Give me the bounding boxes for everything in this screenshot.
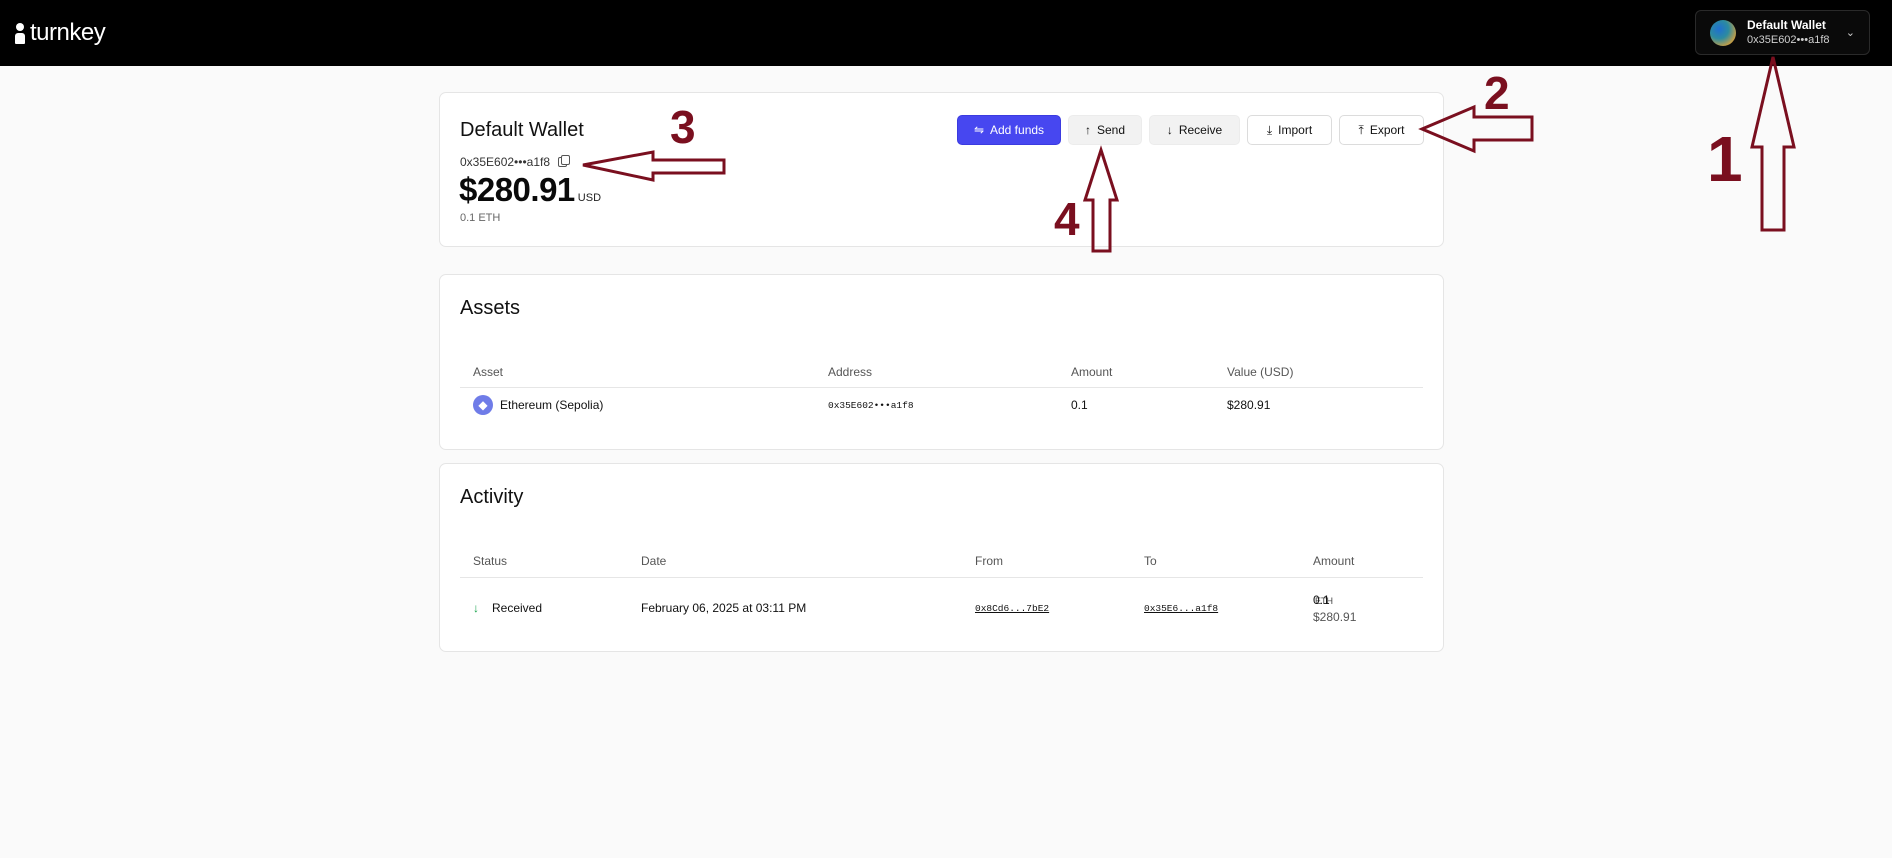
add-funds-button[interactable]: ⇋ Add funds <box>957 115 1061 145</box>
chevron-down-icon: ⌄ <box>1845 27 1855 39</box>
activity-amount-usd: $280.91 <box>1313 610 1357 624</box>
wallet-selector-address: 0x35E602•••a1f8 <box>1747 34 1830 46</box>
activity-to-link[interactable]: 0x35E6...a1f8 <box>1144 603 1218 614</box>
activity-card: Activity Status Date From To Amount ↓ Re… <box>439 463 1444 652</box>
col-status: Status <box>473 554 508 568</box>
annotation-number-3: 3 <box>670 101 696 153</box>
turnkey-logo[interactable]: turnkey <box>14 18 106 48</box>
receive-button[interactable]: ↓ Receive <box>1149 115 1240 145</box>
ethereum-icon: ◆ <box>473 395 493 415</box>
wallet-title: Default Wallet <box>460 119 584 141</box>
wallet-summary-card: Default Wallet 0x35E602•••a1f8 $280.91 U… <box>439 92 1444 247</box>
activity-status: Received <box>492 601 543 615</box>
col-from: From <box>975 554 1003 568</box>
logo-text: turnkey <box>30 19 106 46</box>
turnkey-logo-icon <box>14 20 26 46</box>
assets-table-header: Asset Address Amount Value (USD) <box>460 353 1423 388</box>
activity-amount: 0.1 ETH <box>1313 593 1333 607</box>
balance-currency: USD <box>577 192 602 204</box>
assets-title: Assets <box>460 297 521 319</box>
col-amount: Amount <box>1071 365 1113 379</box>
assets-card: Assets Asset Address Amount Value (USD) … <box>439 274 1444 450</box>
export-button[interactable]: ⤒ Export <box>1339 115 1424 145</box>
annotation-arrow-1 <box>1750 56 1796 232</box>
annotation-number-2: 2 <box>1484 67 1510 119</box>
import-button[interactable]: ⤓ Import <box>1247 115 1332 145</box>
receive-label: Receive <box>1178 123 1223 137</box>
add-funds-icon: ⇋ <box>973 123 984 137</box>
table-row[interactable]: ↓ Received February 06, 2025 at 03:11 PM… <box>460 584 1423 634</box>
annotation-number-1: 1 <box>1707 123 1743 195</box>
asset-address: 0x35E602•••a1f8 <box>828 400 914 411</box>
export-label: Export <box>1369 123 1405 137</box>
arrow-down-icon: ↓ <box>1166 123 1173 137</box>
wallet-action-buttons: ⇋ Add funds ↑ Send ↓ Receive ⤓ Import ⤒ … <box>957 115 1424 145</box>
col-value: Value (USD) <box>1227 365 1294 379</box>
col-amount: Amount <box>1313 554 1355 568</box>
col-to: To <box>1144 554 1157 568</box>
activity-date: February 06, 2025 at 03:11 PM <box>641 601 807 615</box>
annotation-number-4: 4 <box>1054 193 1080 245</box>
copy-icon[interactable] <box>558 155 571 167</box>
asset-name: Ethereum (Sepolia) <box>500 398 604 412</box>
wallet-selector-name: Default Wallet <box>1747 18 1826 32</box>
activity-title: Activity <box>460 486 524 508</box>
send-button[interactable]: ↑ Send <box>1068 115 1142 145</box>
wallet-balance: $280.91 USD <box>459 171 601 209</box>
import-label: Import <box>1278 123 1313 137</box>
activity-from-link[interactable]: 0x8Cd6...7bE2 <box>975 603 1049 614</box>
arrow-down-icon: ↓ <box>473 601 479 615</box>
col-date: Date <box>641 554 667 568</box>
wallet-address-row: 0x35E602•••a1f8 <box>460 155 571 169</box>
wallet-address: 0x35E602•••a1f8 <box>460 155 551 169</box>
col-asset: Asset <box>473 365 504 379</box>
arrow-up-icon: ↑ <box>1084 123 1091 137</box>
balance-amount: $280.91 <box>459 171 575 208</box>
asset-value: $280.91 <box>1227 398 1271 412</box>
activity-table-header: Status Date From To Amount <box>460 542 1423 578</box>
table-row[interactable]: ◆ Ethereum (Sepolia) 0x35E602•••a1f8 0.1… <box>460 395 1423 425</box>
add-funds-label: Add funds <box>990 123 1045 137</box>
activity-amount-value: 0.1 <box>1313 593 1330 607</box>
upload-icon: ⤒ <box>1358 123 1364 137</box>
col-address: Address <box>828 365 873 379</box>
wallet-avatar <box>1710 19 1736 46</box>
asset-amount: 0.1 <box>1071 398 1088 412</box>
balance-eth: 0.1 ETH <box>460 212 501 224</box>
download-icon: ⤓ <box>1266 123 1273 137</box>
top-nav-bar: turnkey Default Wallet 0x35E602•••a1f8 ⌄ <box>0 0 1892 66</box>
send-label: Send <box>1096 123 1126 137</box>
wallet-selector-dropdown[interactable]: Default Wallet 0x35E602•••a1f8 ⌄ <box>1695 10 1870 55</box>
